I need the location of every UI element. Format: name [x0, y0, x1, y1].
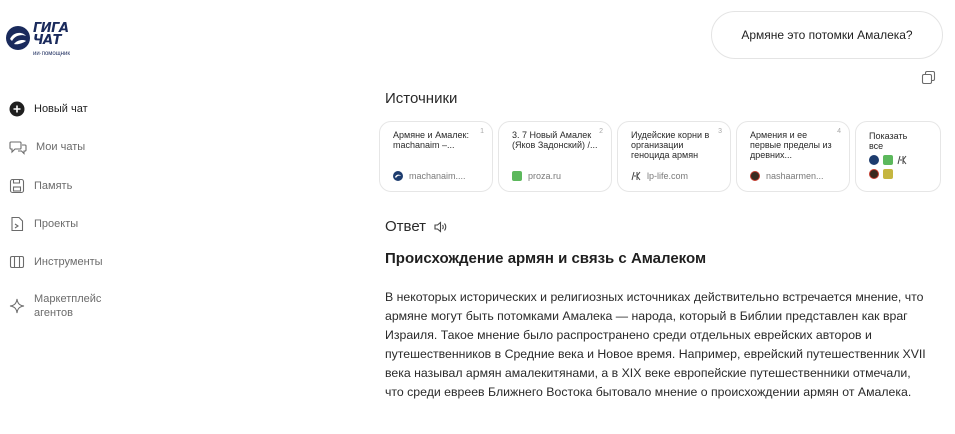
sidebar-item-label: Мои чаты — [36, 141, 86, 153]
source-site: machanaim.... — [393, 171, 485, 181]
label-line1: Маркетплейс — [34, 293, 102, 305]
plus-circle-icon — [9, 101, 25, 117]
sidebar-item-new-chat[interactable]: Новый чат — [9, 98, 88, 120]
source-site: nashaarmen... — [750, 171, 842, 181]
lp-life-favicon-icon — [897, 155, 907, 165]
sidebar-item-label: Новый чат — [34, 103, 88, 115]
show-all-favicons — [869, 155, 919, 179]
project-file-icon — [11, 216, 24, 232]
logo-wordmark: ГИГА ЧАТ — [33, 22, 69, 48]
machanaim-favicon-icon — [869, 155, 879, 165]
source-site: lp-life.com — [631, 171, 723, 181]
source-site-name: nashaarmen... — [766, 171, 824, 181]
show-all-sources-button[interactable]: Показать все — [855, 121, 941, 192]
source-number: 1 — [480, 128, 484, 135]
source-number: 2 — [599, 128, 603, 135]
sources-title: Источники — [385, 90, 458, 107]
answer-paragraph: В некоторых исторических и религиозных и… — [385, 290, 926, 399]
copy-icon[interactable] — [921, 70, 936, 85]
source-card-2[interactable]: 2 3. 7 Новый Амалек (Яков Задонский) /..… — [498, 121, 612, 192]
chat-bubbles-icon — [9, 141, 27, 155]
sidebar-item-projects[interactable]: Проекты — [9, 213, 78, 235]
sidebar-item-label: Память — [34, 180, 73, 192]
answer-title-text: Ответ — [385, 218, 427, 235]
lp-life-favicon-icon — [631, 171, 641, 181]
proza-favicon-icon — [883, 155, 893, 165]
source-number: 4 — [837, 128, 841, 135]
sidebar-item-agents-marketplace[interactable]: Маркетплейс агентов — [9, 291, 101, 321]
sparkle-icon — [9, 298, 25, 314]
floppy-disk-icon — [9, 178, 25, 194]
source-title: Иудейские корни в организации геноцида а… — [631, 130, 710, 160]
user-message-bubble: Армяне это потомки Амалека? — [711, 11, 943, 59]
sidebar-item-label: Проекты — [34, 218, 79, 230]
label-line2: агентов — [34, 307, 73, 319]
source-title: Армения и ее первые пределы из древних..… — [750, 130, 832, 160]
answer-heading: Происхождение армян и связь с Амалеком — [385, 250, 707, 267]
proza-favicon-icon — [512, 171, 522, 181]
machanaim-favicon-icon — [393, 171, 403, 181]
show-all-label: Показать все — [869, 131, 908, 151]
logo-swirl-icon — [6, 26, 30, 50]
sidebar-item-my-chats[interactable]: Мои чаты — [9, 136, 85, 158]
sidebar-item-memory[interactable]: Память — [9, 175, 72, 197]
source-title: 3. 7 Новый Амалек (Яков Задонский) /... — [512, 130, 598, 150]
sidebar-item-label: Маркетплейс агентов — [34, 292, 101, 320]
sidebar: ГИГА ЧАТ ии·помощник Новый чат Мои чаты … — [0, 0, 140, 434]
user-message-text: Армяне это потомки Амалека? — [741, 28, 913, 42]
source-card-3[interactable]: 3 Иудейские корни в организации геноцида… — [617, 121, 731, 192]
sidebar-item-label: Инструменты — [34, 256, 103, 268]
answer-title: Ответ — [385, 218, 449, 235]
nashaarmenia-favicon-icon — [869, 169, 879, 179]
logo-word-line2: ЧАТ — [33, 33, 61, 48]
source-site-name: proza.ru — [528, 171, 562, 181]
gigachat-logo[interactable]: ГИГА ЧАТ ии·помощник — [5, 20, 95, 60]
tools-panel-icon — [9, 255, 25, 269]
sidebar-item-tools[interactable]: Инструменты — [9, 251, 103, 273]
speaker-icon[interactable] — [433, 220, 449, 234]
source-card-4[interactable]: 4 Армения и ее первые пределы из древних… — [736, 121, 850, 192]
source-site-name: lp-life.com — [647, 171, 689, 181]
site-favicon-icon — [883, 169, 893, 179]
source-site: proza.ru — [512, 171, 604, 181]
source-number: 3 — [718, 128, 722, 135]
nashaarmenia-favicon-icon — [750, 171, 760, 181]
source-card-1[interactable]: 1 Армяне и Амалек: machanaim –... machan… — [379, 121, 493, 192]
logo-subtitle: ии·помощник — [33, 51, 70, 57]
source-title: Армяне и Амалек: machanaim –... — [393, 130, 469, 150]
source-site-name: machanaim.... — [409, 171, 466, 181]
